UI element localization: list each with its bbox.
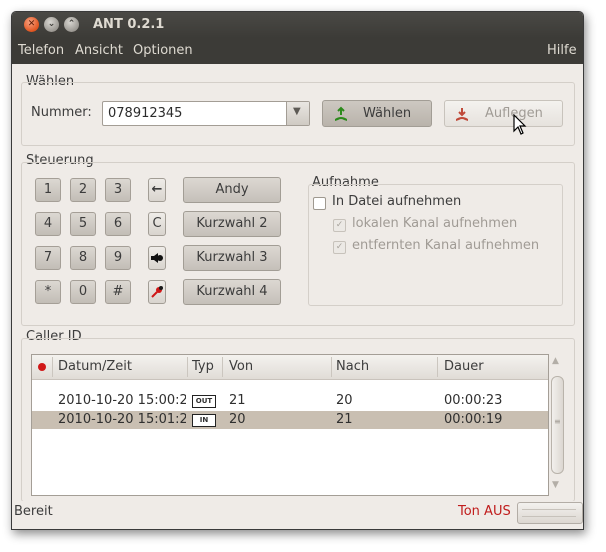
row-datetime: 2010-10-20 15:01:2 [58, 412, 186, 427]
key-7[interactable]: 7 [35, 246, 61, 270]
speed-dial-2[interactable]: Kurzwahl 2 [183, 211, 281, 237]
app-window: ✕ ⌄ ⌃ ANT 0.2.1 Telefon Ansicht Optionen… [11, 11, 584, 530]
col-to[interactable]: Nach [336, 359, 369, 374]
mute-button[interactable] [148, 246, 166, 270]
chevron-down-icon: ▼ [293, 106, 301, 117]
col-from[interactable]: Von [229, 359, 253, 374]
meter-bar [522, 509, 576, 517]
menu-hilfe[interactable]: Hilfe [547, 43, 577, 58]
row-datetime: 2010-10-20 15:00:2 [58, 393, 186, 408]
number-combobox[interactable]: 078912345 ▼ [102, 101, 310, 126]
col-datetime[interactable]: Datum/Zeit [58, 359, 132, 374]
red-dot-icon [38, 363, 46, 371]
record-remote-label: entfernten Kanal aufnehmen [352, 238, 540, 253]
key-2[interactable]: 2 [70, 178, 96, 202]
status-bar: Bereit Ton AUS [12, 501, 583, 529]
key-9[interactable]: 9 [105, 246, 131, 270]
row-from: 20 [229, 412, 246, 427]
grip-icon: ≡ [554, 417, 561, 426]
clear-button[interactable]: C [148, 212, 166, 236]
row-duration: 00:00:19 [444, 412, 503, 427]
column-separator [222, 357, 223, 377]
backspace-arrow-icon: ← [151, 182, 163, 197]
hangup-button[interactable]: Auflegen [444, 100, 563, 127]
key-4[interactable]: 4 [35, 212, 61, 236]
column-separator [187, 357, 188, 377]
row-duration: 00:00:23 [444, 393, 503, 408]
key-hash[interactable]: # [105, 280, 131, 304]
number-label: Nummer: [31, 105, 92, 120]
table-row-selected[interactable]: 2010-10-20 15:01:2 IN 20 21 00:00:19 [32, 411, 548, 429]
menu-bar: Telefon Ansicht Optionen Hilfe [12, 38, 583, 64]
sound-status: Ton AUS [458, 504, 511, 519]
table-header: Datum/Zeit Typ Von Nach Dauer [32, 355, 548, 380]
red-pin-icon [151, 286, 163, 298]
incoming-call-icon: IN [192, 414, 216, 427]
row-to: 20 [336, 393, 353, 408]
speed-dial-3[interactable]: Kurzwahl 3 [183, 245, 281, 271]
dial-button[interactable]: Wählen [322, 100, 432, 127]
record-local-label: lokalen Kanal aufnehmen [352, 216, 518, 231]
caller-list[interactable]: Datum/Zeit Typ Von Nach Dauer 2010-10-20… [31, 354, 549, 496]
column-separator [52, 357, 53, 377]
pin-button[interactable] [148, 280, 166, 304]
scroll-thumb[interactable]: ≡ [551, 376, 564, 474]
maximize-window-icon[interactable]: ⌃ [64, 17, 79, 32]
volume-meter [517, 502, 583, 524]
scroll-down-icon[interactable]: ▼ [552, 480, 559, 490]
mouse-cursor-icon [513, 114, 527, 135]
minimize-window-icon[interactable]: ⌄ [44, 17, 59, 32]
scroll-up-icon[interactable]: ▲ [552, 356, 559, 366]
record-remote-checkbox[interactable]: ✓ [333, 241, 346, 254]
dial-button-label: Wählen [363, 106, 412, 121]
key-5[interactable]: 5 [70, 212, 96, 236]
key-star[interactable]: * [35, 280, 61, 304]
number-input[interactable]: 078912345 [108, 106, 182, 121]
key-8[interactable]: 8 [70, 246, 96, 270]
speed-dial-andy[interactable]: Andy [183, 177, 281, 203]
phone-hangup-icon [456, 108, 468, 121]
record-file-checkbox[interactable] [313, 197, 326, 210]
dropdown-button[interactable]: ▼ [286, 102, 309, 125]
col-duration[interactable]: Dauer [444, 359, 484, 374]
menu-optionen[interactable]: Optionen [133, 43, 193, 58]
key-0[interactable]: 0 [70, 280, 96, 304]
speed-dial-4[interactable]: Kurzwahl 4 [183, 279, 281, 305]
table-row[interactable]: 2010-10-20 15:00:2 OUT 21 20 00:00:23 [32, 392, 548, 410]
status-text: Bereit [14, 504, 53, 519]
row-to: 21 [336, 412, 353, 427]
outgoing-call-icon: OUT [192, 395, 216, 408]
key-1[interactable]: 1 [35, 178, 61, 202]
menu-ansicht[interactable]: Ansicht [75, 43, 123, 58]
column-separator [437, 357, 438, 377]
row-from: 21 [229, 393, 246, 408]
menu-telefon[interactable]: Telefon [18, 43, 64, 58]
vertical-scrollbar[interactable]: ▲ ≡ ▼ [550, 354, 564, 496]
column-separator [331, 357, 332, 377]
window-title: ANT 0.2.1 [93, 17, 165, 32]
phone-pickup-icon [335, 106, 347, 121]
key-3[interactable]: 3 [105, 178, 131, 202]
key-6[interactable]: 6 [105, 212, 131, 236]
record-local-checkbox[interactable]: ✓ [333, 219, 346, 232]
speaker-mute-icon [151, 253, 163, 263]
record-file-label: In Datei aufnehmen [332, 194, 462, 209]
backspace-button[interactable]: ← [148, 178, 166, 202]
title-bar: ✕ ⌄ ⌃ ANT 0.2.1 [12, 12, 583, 38]
col-type[interactable]: Typ [192, 359, 214, 374]
close-window-icon[interactable]: ✕ [24, 17, 39, 32]
